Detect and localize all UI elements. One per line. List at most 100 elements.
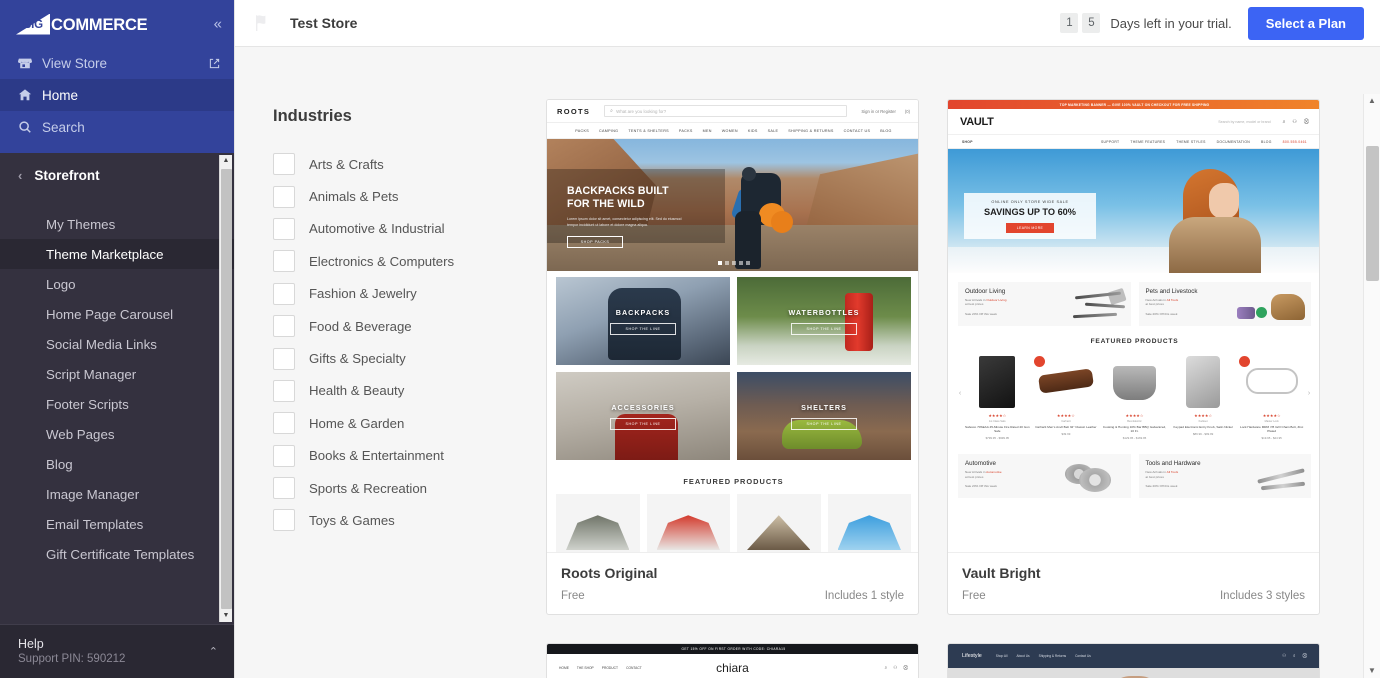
vault-product-price: $39.99 <box>1061 432 1071 437</box>
sidebar-item-web-pages[interactable]: Web Pages <box>0 419 234 449</box>
vault-product-name: Lock Hardware MRM 7/8 Grill Chain Bolt, … <box>1240 425 1304 434</box>
sidebar-section-header[interactable]: ‹ Storefront <box>0 153 234 197</box>
filter-row-gifts-specialty[interactable]: Gifts & Specialty <box>273 342 507 374</box>
roots-nav-item: TENTS & SHELTERS <box>628 128 669 133</box>
chiara-nav-item: CONTACT <box>626 666 642 670</box>
theme-thumbnail-chiara[interactable]: GET 15% OFF ON FIRST ORDER WITH CODE: CH… <box>547 644 918 678</box>
roots-logo: ROOTS <box>557 106 591 116</box>
sidebar-item-my-themes[interactable]: My Themes <box>0 209 234 239</box>
help-panel[interactable]: Help Support PIN: 590212 ⌃ <box>0 624 234 678</box>
chiara-nav-item: PRODUCT <box>601 666 619 670</box>
sidebar-item-gift-certificate-templates[interactable]: Gift Certificate Templates <box>0 539 234 569</box>
filter-row-fashion-jewelry[interactable]: Fashion & Jewelry <box>273 278 507 310</box>
sidebar-item-label: Logo <box>46 276 76 292</box>
sidebar-item-home[interactable]: Home <box>0 79 234 111</box>
checkbox-sports-recreation[interactable] <box>273 477 295 500</box>
filter-row-arts-crafts[interactable]: Arts & Crafts <box>273 148 507 180</box>
roots-product-thumb <box>646 494 730 552</box>
sidebar-item-search[interactable]: Search <box>0 111 234 143</box>
brake-rotor-illustration <box>1030 460 1127 494</box>
vault-product-price: $129.95 - $169.95 <box>1122 436 1147 441</box>
lifestyle-nav-item: Shipping & Returns <box>1038 654 1067 658</box>
checkbox-gifts-specialty[interactable] <box>273 347 295 370</box>
industries-filter-panel: Industries Arts & Crafts Animals & Pets … <box>235 47 507 678</box>
checkbox-food-beverage[interactable] <box>273 315 295 338</box>
vault-product: ★★★★☆ Kwikset Keypad Electronic Entry Kn… <box>1171 354 1236 440</box>
sidebar-item-theme-marketplace[interactable]: Theme Marketplace <box>0 239 234 269</box>
roots-nav-item: CAMPING <box>599 128 619 133</box>
theme-card-chiara[interactable]: GET 15% OFF ON FIRST ORDER WITH CODE: CH… <box>546 643 919 678</box>
filter-row-electronics-computers[interactable]: Electronics & Computers <box>273 245 507 277</box>
main-scroll-track[interactable] <box>1365 108 1380 664</box>
sidebar-item-image-manager[interactable]: Image Manager <box>0 479 234 509</box>
checkbox-health-beauty[interactable] <box>273 379 295 402</box>
sidebar-item-label: Home <box>42 87 79 103</box>
filter-row-sports-recreation[interactable]: Sports & Recreation <box>273 472 507 504</box>
checkbox-fashion-jewelry[interactable] <box>273 282 295 305</box>
sidebar-item-email-templates[interactable]: Email Templates <box>0 509 234 539</box>
vault-product: ★★★★☆ Best Electric Cooking & Hunting 10… <box>1102 354 1167 440</box>
checkbox-animals-pets[interactable] <box>273 185 295 208</box>
roots-tile-accessories: ACCESSORIES SHOP THE LINE <box>556 372 730 460</box>
filter-row-food-beverage[interactable]: Food & Beverage <box>273 310 507 342</box>
checkbox-toys-games[interactable] <box>273 509 295 532</box>
roots-featured-products <box>547 494 918 552</box>
vault-product-image <box>1102 354 1167 410</box>
filter-row-animals-pets[interactable]: Animals & Pets <box>273 180 507 212</box>
checkbox-arts-crafts[interactable] <box>273 153 295 176</box>
sidebar-item-footer-scripts[interactable]: Footer Scripts <box>0 389 234 419</box>
sidebar-scroll-track[interactable] <box>220 167 232 610</box>
vault-product-price: $89.99 - $99.99 <box>1192 432 1214 437</box>
cart-icon: ⛒ <box>903 665 908 670</box>
theme-card-roots-original[interactable]: ROOTS ⌕ What are you looking for? Sign i… <box>546 99 919 615</box>
sidebar-item-label: Footer Scripts <box>46 396 129 412</box>
trial-days-counter: 1 5 <box>1060 13 1101 33</box>
chevron-up-icon[interactable]: ⌃ <box>209 645 218 658</box>
sidebar-item-view-store[interactable]: View Store <box>0 47 234 79</box>
rating-stars: ★★★★☆ <box>988 413 1007 418</box>
filter-row-books-entertainment[interactable]: Books & Entertainment <box>273 440 507 472</box>
checkbox-books-entertainment[interactable] <box>273 444 295 467</box>
checkbox-home-garden[interactable] <box>273 412 295 435</box>
cart-icon: ⛒ <box>1303 118 1309 125</box>
theme-card-vault-bright[interactable]: TOP MARKETING BANNER — GIVE 100% VAULT O… <box>947 99 1320 615</box>
sidebar-item-blog[interactable]: Blog <box>0 449 234 479</box>
theme-card-info: Roots Original Free Includes 1 style <box>547 552 918 614</box>
vault-top-banner: TOP MARKETING BANNER — GIVE 100% VAULT O… <box>948 100 1319 109</box>
vault-category-title: Automotive <box>965 460 996 468</box>
theme-grid: ROOTS ⌕ What are you looking for? Sign i… <box>507 99 1380 678</box>
theme-thumbnail-vault[interactable]: TOP MARKETING BANNER — GIVE 100% VAULT O… <box>948 100 1319 552</box>
scroll-down-arrow-icon[interactable]: ▼ <box>1368 664 1376 678</box>
sidebar-scroll-thumb[interactable] <box>220 169 232 609</box>
theme-card-lifestyle[interactable]: Lifestyle Shop All About Us Shipping & R… <box>947 643 1320 678</box>
select-a-plan-button[interactable]: Select a Plan <box>1247 6 1364 40</box>
vault-category-text: Pets and Livestock New Arrivals in All T… <box>1146 288 1198 320</box>
sidebar-item-logo[interactable]: Logo <box>0 269 234 299</box>
scroll-down-arrow-icon[interactable]: ▼ <box>223 610 230 622</box>
filter-row-health-beauty[interactable]: Health & Beauty <box>273 375 507 407</box>
sidebar-item-home-page-carousel[interactable]: Home Page Carousel <box>0 299 234 329</box>
filter-row-home-garden[interactable]: Home & Garden <box>273 407 507 439</box>
theme-thumbnail-lifestyle[interactable]: Lifestyle Shop All About Us Shipping & R… <box>948 644 1319 678</box>
vault-category-sale: Sale 20% Off this week <box>1145 311 1178 316</box>
sidebar-item-script-manager[interactable]: Script Manager <box>0 359 234 389</box>
filter-row-automotive-industrial[interactable]: Automotive & Industrial <box>273 213 507 245</box>
sidebar-top-nav: BIG COMMERCE « View Store Home Search <box>0 0 234 153</box>
scroll-up-arrow-icon[interactable]: ▲ <box>1368 94 1376 108</box>
vault-product-brand: Kwikset <box>1198 420 1208 423</box>
main-scrollbar[interactable]: ▲ ▼ <box>1363 94 1380 678</box>
scroll-up-arrow-icon[interactable]: ▲ <box>223 155 230 167</box>
checkbox-automotive-industrial[interactable] <box>273 217 295 240</box>
checkbox-electronics-computers[interactable] <box>273 250 295 273</box>
main-scroll-thumb[interactable] <box>1365 146 1379 281</box>
vault-category-row-1: Outdoor Living New Arrivals in Outdoor L… <box>948 273 1319 326</box>
lifestyle-hero <box>948 668 1319 678</box>
sidebar-collapse-icon[interactable]: « <box>214 16 222 31</box>
sidebar-item-social-media-links[interactable]: Social Media Links <box>0 329 234 359</box>
theme-thumbnail-roots[interactable]: ROOTS ⌕ What are you looking for? Sign i… <box>547 100 918 552</box>
filter-row-toys-games[interactable]: Toys & Games <box>273 504 507 536</box>
filter-label: Gifts & Specialty <box>309 351 406 367</box>
chevron-left-icon[interactable]: ‹ <box>18 169 22 182</box>
bigcommerce-logo[interactable]: BIG COMMERCE <box>16 13 148 35</box>
sidebar-scrollbar[interactable]: ▲ ▼ <box>219 155 232 622</box>
